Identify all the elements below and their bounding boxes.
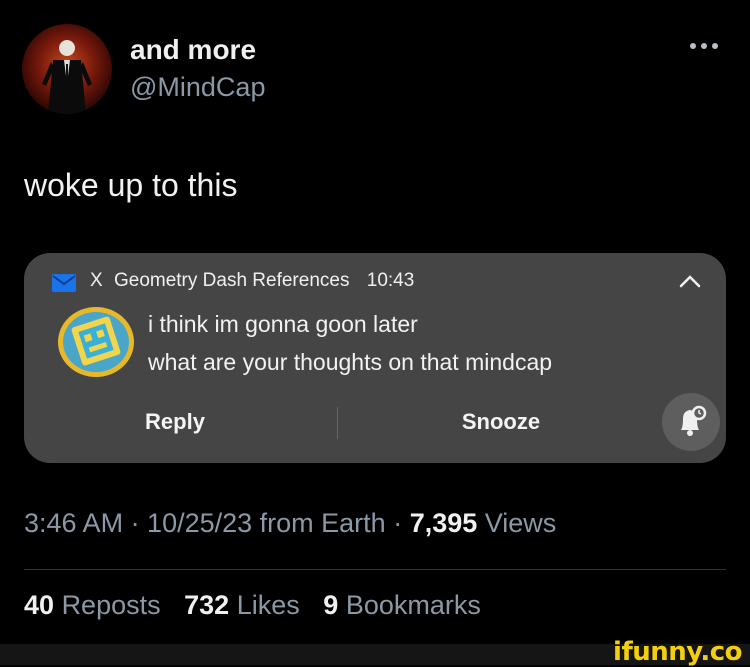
- notification-sender: Geometry Dash References: [113, 270, 350, 291]
- bell-snooze-icon: [681, 405, 707, 436]
- engagement-stats: 40 Reposts 732 Likes 9 Bookmarks: [24, 590, 497, 621]
- button-divider: [337, 407, 338, 439]
- ifunny-watermark: ifunny.co: [613, 637, 742, 667]
- views-count: 7,395: [409, 508, 478, 538]
- notification-line-1: i think im gonna goon later: [148, 311, 418, 337]
- notification-app-name: X: [90, 270, 103, 291]
- bookmarks-label: Bookmarks: [345, 590, 481, 620]
- notification-line-2: what are your thoughts on that mindcap: [148, 349, 553, 375]
- reposts-count: 40: [24, 590, 55, 620]
- avatar[interactable]: [22, 24, 112, 114]
- geometry-dash-icon: [58, 307, 134, 377]
- notification-time: 10:43: [366, 270, 415, 291]
- bookmarks-count: 9: [323, 590, 339, 620]
- notification-body: i think im gonna goon later what are you…: [148, 305, 552, 381]
- likes-stat[interactable]: 732 Likes: [184, 590, 300, 620]
- likes-count: 732: [184, 590, 230, 620]
- divider-line: [24, 569, 726, 570]
- notification-card: X Geometry Dash References 10:43 i think…: [24, 253, 726, 463]
- views-label: Views: [477, 508, 557, 538]
- bell-snooze-button[interactable]: [662, 393, 720, 451]
- more-options-icon[interactable]: [690, 36, 726, 56]
- notification-header: X Geometry Dash References 10:43: [90, 270, 414, 292]
- bookmarks-stat[interactable]: 9 Bookmarks: [323, 590, 481, 620]
- snooze-button[interactable]: Snooze: [454, 409, 548, 439]
- tweet-timestamp: 3:46 AM · 10/25/23 from Earth ·: [24, 508, 410, 538]
- chevron-up-icon[interactable]: [678, 273, 702, 289]
- tweet-meta: 3:46 AM · 10/25/23 from Earth · 7,395 Vi…: [24, 508, 556, 539]
- user-handle[interactable]: @MindCap: [130, 72, 265, 103]
- reply-button[interactable]: Reply: [140, 409, 210, 439]
- display-name[interactable]: and more: [130, 34, 256, 66]
- reposts-label: Reposts: [61, 590, 161, 620]
- mail-icon: [52, 274, 76, 292]
- reposts-stat[interactable]: 40 Reposts: [24, 590, 161, 620]
- slenderman-avatar-image: [42, 40, 92, 114]
- likes-label: Likes: [236, 590, 300, 620]
- tweet-text: woke up to this: [24, 167, 238, 203]
